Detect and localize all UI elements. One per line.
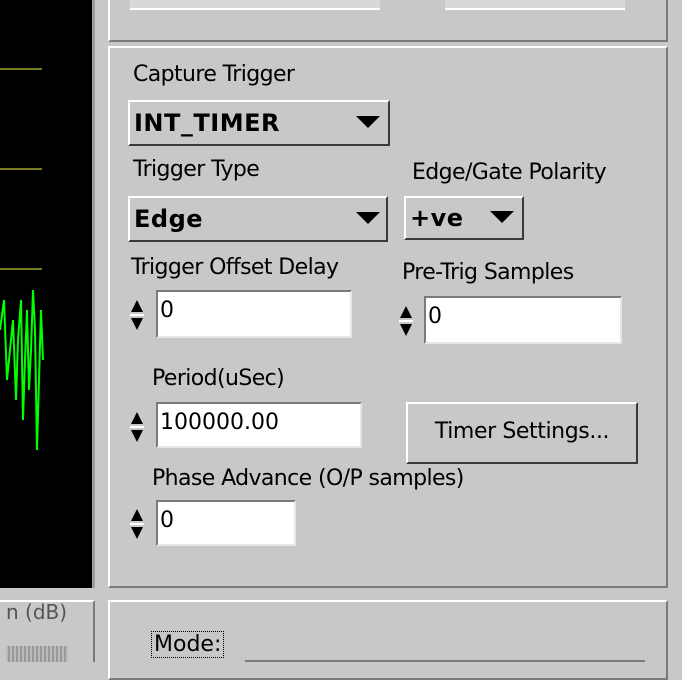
pretrig-samples-label: Pre-Trig Samples bbox=[402, 260, 574, 285]
chevron-down-icon bbox=[356, 212, 380, 224]
trigger-type-value: Edge bbox=[134, 205, 204, 233]
spin-up-icon[interactable] bbox=[400, 306, 412, 318]
period-input[interactable]: 100000.00 bbox=[156, 402, 362, 448]
trigger-type-dropdown[interactable]: Edge bbox=[128, 196, 388, 242]
offset-delay-label: Trigger Offset Delay bbox=[131, 255, 339, 280]
polarity-label: Edge/Gate Polarity bbox=[412, 160, 607, 185]
trigger-type-label: Trigger Type bbox=[133, 157, 260, 182]
spin-down-icon[interactable] bbox=[131, 527, 143, 539]
polarity-dropdown[interactable]: +ve bbox=[404, 196, 524, 240]
capture-trigger-dropdown[interactable]: INT_TIMER bbox=[128, 100, 390, 146]
top-field[interactable] bbox=[445, 0, 625, 10]
spin-down-icon[interactable] bbox=[131, 318, 143, 330]
spin-up-icon[interactable] bbox=[131, 412, 143, 424]
capture-trigger-label: Capture Trigger bbox=[133, 62, 295, 87]
pretrig-samples-input[interactable]: 0 bbox=[424, 296, 622, 344]
phase-advance-spinner[interactable] bbox=[130, 503, 144, 547]
period-label: Period(uSec) bbox=[152, 366, 285, 391]
axis-tick bbox=[41, 473, 43, 487]
time-axis-label: 016.28 bbox=[8, 488, 87, 516]
offset-delay-input[interactable]: 0 bbox=[156, 290, 352, 338]
spin-down-icon[interactable] bbox=[131, 430, 143, 442]
phase-advance-input[interactable]: 0 bbox=[156, 500, 296, 546]
bottom-left-label: n (dB) bbox=[6, 600, 68, 624]
chevron-down-icon bbox=[490, 211, 514, 223]
top-field[interactable] bbox=[130, 0, 380, 10]
spin-up-icon[interactable] bbox=[131, 509, 143, 521]
offset-delay-spinner[interactable] bbox=[130, 294, 144, 338]
spin-up-icon[interactable] bbox=[131, 300, 143, 312]
spin-down-icon[interactable] bbox=[400, 324, 412, 336]
scroll-bar[interactable] bbox=[6, 646, 68, 662]
capture-trigger-value: INT_TIMER bbox=[134, 109, 280, 137]
period-spinner[interactable] bbox=[130, 406, 144, 450]
phase-advance-label: Phase Advance (O/P samples) bbox=[152, 466, 464, 491]
mode-label: Mode: bbox=[150, 631, 225, 658]
pretrig-samples-spinner[interactable] bbox=[399, 300, 413, 344]
polarity-value: +ve bbox=[410, 204, 464, 232]
chevron-down-icon bbox=[356, 116, 380, 128]
timer-settings-button[interactable]: Timer Settings... bbox=[406, 402, 638, 464]
